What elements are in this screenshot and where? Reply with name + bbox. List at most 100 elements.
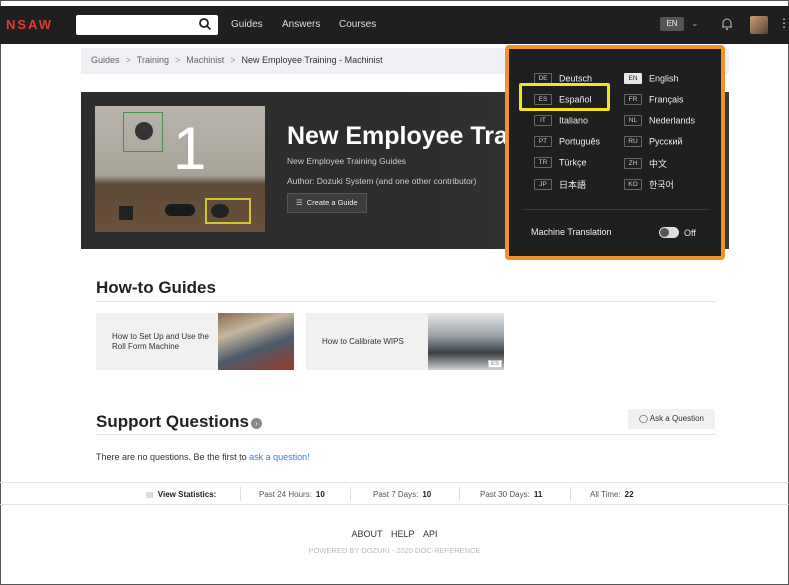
support-heading: Support Questions (96, 412, 249, 431)
breadcrumb-item-machinist[interactable]: Machinist (186, 55, 224, 65)
language-name: Nederlands (649, 115, 696, 126)
search-icon[interactable] (198, 17, 212, 31)
stat-divider (570, 487, 571, 501)
hero-image: 1 (95, 106, 265, 232)
guide-card[interactable]: How to Set Up and Use the Roll Form Mach… (96, 313, 294, 370)
language-code: ZH (624, 158, 642, 169)
stat-past-30-days: Past 30 Days: 11 (480, 490, 542, 499)
page-title: New Employee Train (287, 122, 531, 150)
site-logo[interactable]: NSAW (6, 17, 53, 32)
breadcrumb-item-guides[interactable]: Guides (91, 55, 120, 65)
bell-icon[interactable] (720, 17, 734, 31)
howto-heading: How-to Guides (96, 278, 216, 297)
stat-all-time: All Time: 22 (590, 490, 634, 499)
guide-card-title: How to Set Up and Use the Roll Form Mach… (112, 331, 209, 351)
stat-value: 10 (422, 490, 432, 499)
breadcrumb-separator: > (174, 55, 181, 65)
language-option-it[interactable]: IT Italiano (534, 115, 588, 129)
nav-link-courses[interactable]: Courses (339, 19, 376, 30)
language-option-nl[interactable]: NL Nederlands (624, 115, 695, 129)
footer-links: ABOUT HELP API (0, 529, 789, 539)
nav-link-answers[interactable]: Answers (282, 19, 320, 30)
breadcrumb-separator: > (230, 55, 236, 65)
no-questions-text: There are no questions. Be the first to … (96, 452, 310, 462)
guide-card-image (218, 313, 294, 370)
language-code: JP (534, 179, 552, 190)
ask-question-button[interactable]: ◯ Ask a Question (628, 409, 715, 429)
ask-question-label: Ask a Question (649, 414, 704, 423)
language-option-ko[interactable]: KO 한국어 (624, 178, 674, 192)
guide-card[interactable]: How to Calibrate WIPS ES (306, 313, 504, 370)
speech-bubble-icon: ◯ (639, 414, 648, 423)
language-code: NL (624, 115, 642, 127)
language-option-zh[interactable]: ZH 中文 (624, 157, 667, 171)
language-selector-button[interactable]: EN (660, 17, 684, 31)
footer-link-about[interactable]: ABOUT (351, 529, 382, 539)
footer-link-api[interactable]: API (423, 529, 438, 539)
language-name: Italiano (559, 115, 589, 126)
arrow-right-circle-icon[interactable]: › (251, 418, 262, 429)
tool-shape (211, 204, 229, 218)
stat-label: Past 24 Hours: (259, 490, 312, 499)
no-questions-message: There are no questions. Be the first to (96, 452, 250, 462)
ask-question-link[interactable]: ask a question! (249, 452, 310, 462)
language-option-fr[interactable]: FR Français (624, 94, 684, 108)
language-option-jp[interactable]: JP 日本語 (534, 178, 586, 192)
search-input[interactable] (76, 15, 218, 35)
language-option-en[interactable]: EN English (624, 73, 679, 87)
view-statistics-label: View Statistics: (157, 490, 217, 499)
create-guide-button[interactable]: ☰ Create a Guide (287, 193, 367, 213)
chevron-down-icon[interactable]: ⌄ (691, 18, 699, 29)
view-statistics[interactable]: ▤ View Statistics: (146, 490, 216, 499)
divider (96, 301, 716, 302)
language-code: PT (534, 136, 552, 148)
stat-divider (350, 487, 351, 501)
language-name: Türkçe (559, 157, 587, 168)
language-option-pt[interactable]: PT Português (534, 136, 600, 150)
language-option-tr[interactable]: TR Türkçe (534, 157, 587, 171)
language-option-ru[interactable]: RU Русский (624, 136, 682, 150)
guide-card-image: ES (428, 313, 504, 370)
language-name: Português (559, 136, 601, 147)
stat-label: All Time: (590, 490, 621, 499)
language-code: TR (534, 157, 552, 169)
list-icon: ☰ (296, 198, 303, 207)
hero-image-number: 1 (173, 115, 207, 182)
language-code: FR (624, 94, 642, 106)
statistics-bar: ▤ View Statistics: Past 24 Hours: 10 Past… (0, 482, 789, 505)
stat-divider (459, 487, 460, 501)
breadcrumb-item-training[interactable]: Training (137, 55, 169, 65)
tool-shape (165, 204, 195, 216)
language-code: EN (624, 73, 642, 85)
create-guide-label: Create a Guide (306, 198, 358, 207)
hero-author: Author: Dozuki System (and one other con… (287, 176, 477, 186)
espanol-highlight-annotation (519, 83, 610, 111)
dropdown-divider (523, 209, 709, 210)
language-name: 日本語 (559, 180, 587, 190)
stat-label: Past 30 Days: (480, 490, 530, 499)
top-navbar: NSAW Guides Answers Courses EN ⌄ ⋮ (0, 6, 789, 44)
dial-indicator-shape (135, 122, 153, 140)
language-name: Русский (649, 136, 683, 147)
more-menu-icon[interactable]: ⋮ (778, 16, 789, 30)
machine-translation-toggle[interactable] (659, 227, 679, 238)
language-name: 한국어 (649, 180, 674, 190)
powered-by: POWERED BY DOZUKI - 2020 DOC-REFERENCE (308, 546, 481, 555)
nav-link-guides[interactable]: Guides (231, 19, 263, 30)
stat-divider (240, 487, 241, 501)
machine-translation-label: Machine Translation (531, 227, 612, 237)
language-name: English (649, 73, 679, 84)
hero-subtitle: New Employee Training Guides (287, 156, 407, 166)
language-tag: ES (487, 360, 502, 368)
breadcrumb-current: New Employee Training - Machinist (241, 55, 383, 65)
base-block-shape (119, 206, 133, 220)
stat-value: 22 (624, 490, 634, 499)
language-code: RU (624, 136, 642, 148)
language-code: IT (534, 115, 552, 127)
breadcrumb-separator: > (125, 55, 131, 65)
language-dropdown: DE Deutsch EN English ES Español FR Français… (505, 45, 725, 260)
stat-value: 11 (533, 490, 543, 499)
machine-translation-state: Off (684, 228, 696, 238)
footer-link-help[interactable]: HELP (391, 529, 415, 539)
user-avatar[interactable] (750, 16, 768, 34)
